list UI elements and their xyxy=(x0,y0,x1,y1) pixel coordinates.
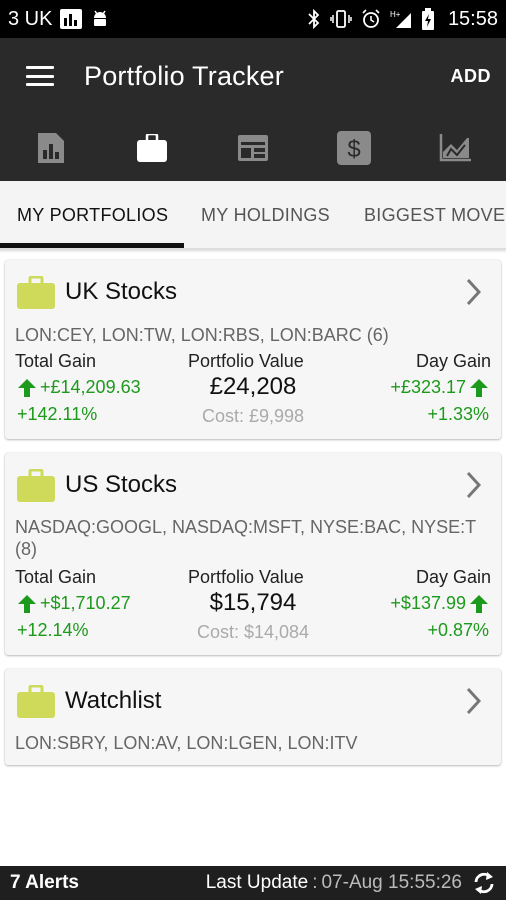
status-bar: 3 UK H+ 15:58 xyxy=(0,0,506,38)
briefcase-icon xyxy=(17,468,55,502)
day-gain-percent: +1.33% xyxy=(427,404,489,424)
portfolio-symbols: LON:SBRY, LON:AV, LON:LGEN, LON:ITV xyxy=(15,733,358,753)
day-gain-value: +$137.99 xyxy=(390,593,466,613)
up-arrow-icon xyxy=(470,594,488,613)
portfolio-name: UK Stocks xyxy=(65,278,178,305)
status-time: 15:58 xyxy=(447,7,498,30)
portfolio-value-label: Portfolio Value xyxy=(188,351,304,371)
total-gain-label: Total Gain xyxy=(15,567,97,587)
app-title: Portfolio Tracker xyxy=(84,60,284,91)
battery-charging-icon xyxy=(421,8,435,30)
signal-strength-icon: H+ xyxy=(390,9,412,29)
up-arrow-icon xyxy=(470,378,488,397)
bluetooth-icon xyxy=(307,9,321,29)
chevron-right-icon[interactable] xyxy=(465,687,481,715)
portfolio-symbols: NASDAQ:GOOGL, NASDAQ:MSFT, NYSE:BAC, NYS… xyxy=(15,517,476,559)
tab-bar-shadow xyxy=(0,249,506,253)
portfolio-name: Watchlist xyxy=(65,687,162,714)
last-update-label: Last Update xyxy=(205,872,309,893)
portfolio-symbols: LON:CEY, LON:TW, LON:RBS, LON:BARC (6) xyxy=(15,325,389,345)
day-gain-label: Day Gain xyxy=(415,567,491,587)
add-button[interactable]: ADD xyxy=(451,66,492,87)
svg-text:H+: H+ xyxy=(390,10,401,19)
report-icon xyxy=(37,132,64,163)
tab-charts[interactable] xyxy=(405,114,506,181)
portfolio-name: US Stocks xyxy=(65,471,178,498)
tab-calendar[interactable] xyxy=(202,114,303,181)
tab-my-portfolios[interactable]: MY PORTFOLIOS xyxy=(17,181,168,248)
total-gain-label: Total Gain xyxy=(15,351,97,371)
android-icon xyxy=(90,9,110,29)
carrier-label: 3 UK xyxy=(8,7,53,30)
alerts-link[interactable]: 7 Alerts xyxy=(10,872,79,894)
icon-tab-bar: $ xyxy=(0,114,506,181)
briefcase-icon xyxy=(17,684,55,718)
vibrate-icon xyxy=(330,9,352,29)
briefcase-icon xyxy=(136,133,167,162)
chevron-right-icon[interactable] xyxy=(465,278,481,306)
portfolio-card-watchlist[interactable]: Watchlist LON:SBRY, LON:AV, LON:LGEN, LO… xyxy=(5,669,501,765)
briefcase-icon xyxy=(17,275,55,309)
tab-currency[interactable]: $ xyxy=(304,114,405,181)
last-update-separator: : xyxy=(312,872,318,893)
card-header: UK Stocks xyxy=(17,270,489,314)
tab-my-holdings[interactable]: MY HOLDINGS xyxy=(201,181,330,248)
card-header: Watchlist xyxy=(17,679,489,723)
app-bar: Portfolio Tracker ADD xyxy=(0,38,506,114)
last-update-time: 07-Aug 15:55:26 xyxy=(321,872,462,893)
active-tab-indicator xyxy=(0,243,184,248)
card-header: US Stocks xyxy=(17,463,489,507)
tab-reports[interactable] xyxy=(0,114,101,181)
signal-chart-icon xyxy=(60,9,83,29)
alarm-icon xyxy=(361,9,381,29)
footer-bar: 7 Alerts Last Update : 07-Aug 15:55:26 xyxy=(0,866,506,900)
last-update: Last Update : 07-Aug 15:55:26 xyxy=(206,872,462,894)
dollar-icon: $ xyxy=(337,130,372,165)
svg-text:$: $ xyxy=(348,136,361,163)
tab-portfolios[interactable] xyxy=(101,114,202,181)
portfolio-card-us-stocks[interactable]: US Stocks NASDAQ:GOOGL, NASDAQ:MSFT, NYS… xyxy=(5,453,501,655)
day-gain-percent: +0.87% xyxy=(427,620,489,640)
portfolio-card-uk-stocks[interactable]: UK Stocks LON:CEY, LON:TW, LON:RBS, LON:… xyxy=(5,260,501,439)
day-gain: +£323.17 xyxy=(390,377,489,398)
calendar-table-icon xyxy=(238,134,268,161)
area-chart-icon xyxy=(440,133,472,161)
refresh-icon[interactable] xyxy=(472,870,496,896)
text-tab-bar: MY PORTFOLIOS MY HOLDINGS BIGGEST MOVERS xyxy=(0,181,506,249)
day-gain: +$137.99 xyxy=(390,593,489,614)
menu-icon[interactable] xyxy=(26,66,54,86)
portfolio-value-label: Portfolio Value xyxy=(188,567,304,587)
day-gain-value: +£323.17 xyxy=(390,377,466,397)
tab-biggest-movers[interactable]: BIGGEST MOVERS xyxy=(364,181,506,248)
chevron-right-icon[interactable] xyxy=(465,471,481,499)
day-gain-label: Day Gain xyxy=(415,351,491,371)
